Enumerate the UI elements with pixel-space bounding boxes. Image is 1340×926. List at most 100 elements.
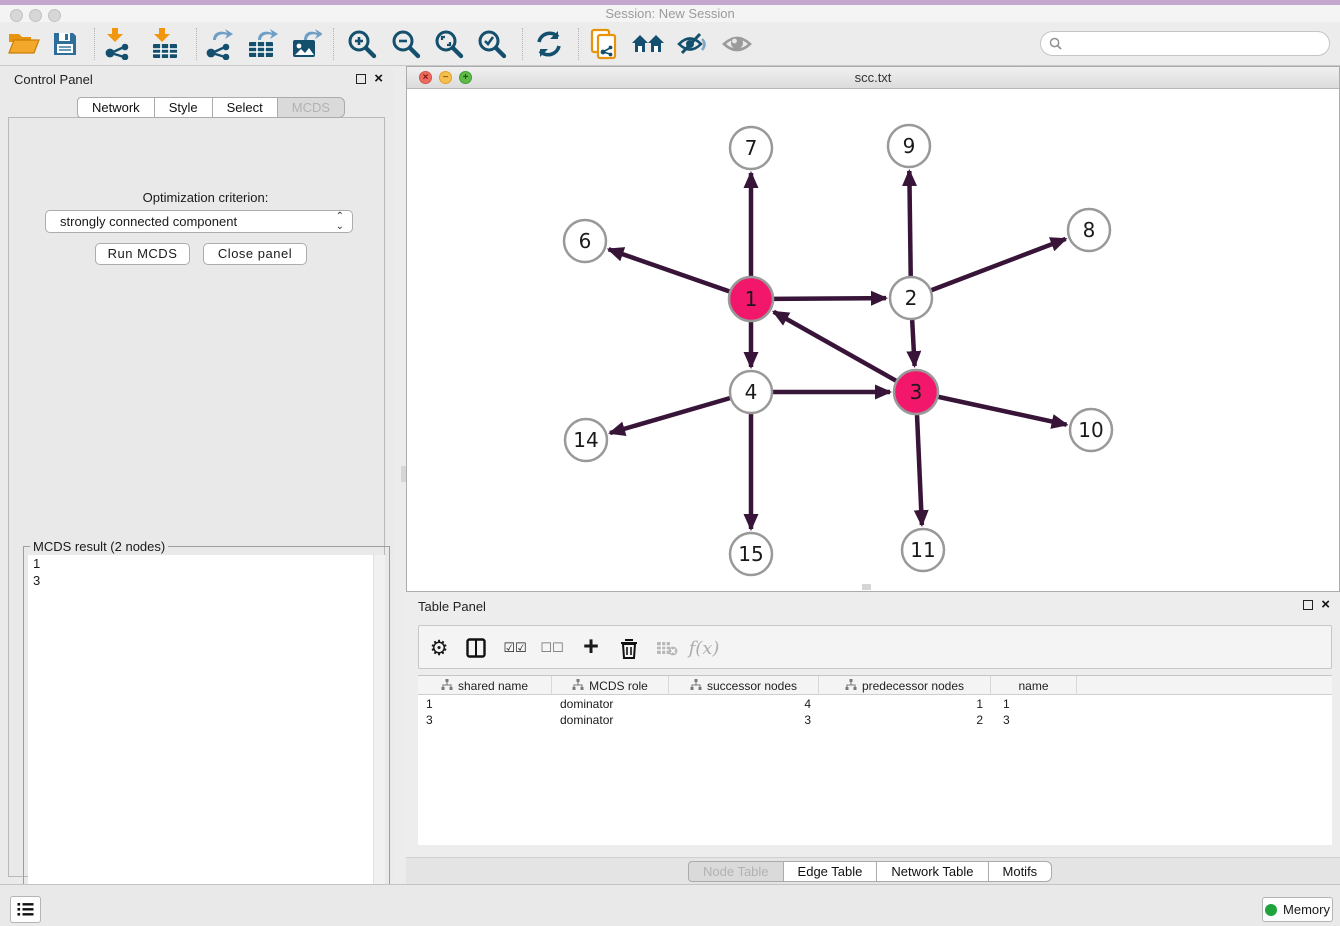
run-mcds-button[interactable]: Run MCDS [95, 243, 190, 265]
table-panel: Table Panel × ⚙ ☑☑ ☐☐ + f(x) shared name… [406, 592, 1340, 884]
network-canvas[interactable]: 7 9 6 8 1 2 4 3 14 10 15 11 [407, 90, 1339, 591]
select-all-columns-icon[interactable]: ☑☑ [498, 631, 532, 665]
open-session-icon[interactable] [6, 27, 42, 61]
toolbar-separator [196, 28, 197, 60]
zoom-selected-icon[interactable] [474, 27, 510, 61]
node-11[interactable]: 11 [902, 529, 944, 571]
column-header-successor-nodes[interactable]: successor nodes [669, 676, 819, 695]
tab-style[interactable]: Style [155, 97, 213, 118]
mcds-result-textarea[interactable]: 13 [28, 555, 385, 918]
table-cell-name[interactable]: 3 [991, 712, 1077, 728]
table-cell-name[interactable]: 1 [991, 696, 1077, 712]
criterion-select[interactable]: strongly connected component ⌃⌄ [45, 210, 353, 233]
search-input[interactable] [1067, 36, 1329, 51]
apply-layout-icon[interactable] [531, 27, 567, 61]
node-1[interactable]: 1 [729, 277, 773, 321]
first-neighbors-icon[interactable] [630, 27, 666, 61]
import-network-icon[interactable] [100, 27, 136, 61]
edge-2-9[interactable] [909, 171, 910, 276]
float-table-panel-icon[interactable] [1303, 600, 1313, 610]
node-label: 1 [745, 287, 758, 311]
new-network-from-selection-icon[interactable] [586, 27, 622, 61]
export-image-icon[interactable] [288, 27, 324, 61]
node-9[interactable]: 9 [888, 125, 930, 167]
edge-3-11[interactable] [917, 415, 922, 525]
edge-3-1[interactable] [774, 312, 896, 381]
save-session-icon[interactable] [47, 27, 83, 61]
memory-status-icon [1265, 904, 1277, 916]
network-window-titlebar[interactable]: × − + scc.txt [407, 67, 1339, 89]
node-15[interactable]: 15 [730, 533, 772, 575]
node-4[interactable]: 4 [730, 371, 772, 413]
tab-network-table[interactable]: Network Table [877, 861, 988, 882]
tab-mcds[interactable]: MCDS [278, 97, 345, 118]
memory-button[interactable]: Memory [1262, 897, 1333, 922]
toolbar-separator [94, 28, 95, 60]
edge-1-2[interactable] [774, 298, 886, 299]
table-cell-successor-nodes[interactable]: 3 [669, 712, 819, 728]
control-panel: Control Panel × NetworkStyleSelectMCDS O… [0, 66, 393, 884]
tab-select[interactable]: Select [213, 97, 278, 118]
column-header-predecessor-nodes[interactable]: predecessor nodes [819, 676, 991, 695]
table-cell-shared-name[interactable]: 3 [418, 712, 552, 728]
edge-1-6[interactable] [609, 249, 730, 291]
table-cell-successor-nodes[interactable]: 4 [669, 696, 819, 712]
network-view-window: × − + scc.txt 7 9 6 8 1 2 4 3 14 10 15 11 [406, 66, 1340, 592]
toggle-graphics-details-icon[interactable] [674, 27, 710, 61]
column-sort-icon [690, 679, 702, 693]
node-6[interactable]: 6 [564, 220, 606, 262]
deselect-all-columns-icon[interactable]: ☐☐ [535, 631, 569, 665]
table-cell-shared-name[interactable]: 1 [418, 696, 552, 712]
split-view-icon[interactable] [459, 631, 493, 665]
zoom-out-icon[interactable] [388, 27, 424, 61]
tab-motifs[interactable]: Motifs [989, 861, 1053, 882]
table-row[interactable]: 1dominator411 [418, 696, 1332, 712]
zoom-fit-icon[interactable] [431, 27, 467, 61]
edge-3-10[interactable] [938, 397, 1066, 425]
table-cell-MCDS-role[interactable]: dominator [552, 712, 669, 728]
node-label: 2 [905, 286, 918, 310]
node-2[interactable]: 2 [890, 277, 932, 319]
float-panel-icon[interactable] [356, 74, 366, 84]
edge-2-3[interactable] [912, 320, 914, 366]
search-field[interactable] [1040, 31, 1330, 56]
close-table-panel-icon[interactable]: × [1321, 600, 1330, 610]
settings-icon[interactable]: ⚙ [422, 631, 456, 665]
edge-4-14[interactable] [610, 398, 730, 433]
tab-edge-table[interactable]: Edge Table [784, 861, 878, 882]
column-header-label: shared name [458, 679, 528, 693]
toolbar-separator [578, 28, 579, 60]
table-cell-predecessor-nodes[interactable]: 1 [819, 696, 991, 712]
node-8[interactable]: 8 [1068, 209, 1110, 251]
edge-2-8[interactable] [932, 239, 1066, 290]
column-header-MCDS-role[interactable]: MCDS role [552, 676, 669, 695]
column-header-name[interactable]: name [991, 676, 1077, 695]
node-7[interactable]: 7 [730, 127, 772, 169]
task-history-button[interactable] [10, 896, 41, 923]
show-hide-panels-icon[interactable] [719, 27, 755, 61]
mcds-result-line: 3 [28, 572, 385, 589]
tab-network[interactable]: Network [77, 97, 155, 118]
import-table-icon[interactable] [147, 27, 183, 61]
node-10[interactable]: 10 [1070, 409, 1112, 451]
panel-splitter-handle[interactable] [401, 466, 406, 482]
table-row[interactable]: 3dominator323 [418, 712, 1332, 728]
close-panel-button[interactable]: Close panel [203, 243, 307, 265]
table-cell-MCDS-role[interactable]: dominator [552, 696, 669, 712]
node-14[interactable]: 14 [565, 419, 607, 461]
export-network-icon[interactable] [201, 27, 237, 61]
node-3[interactable]: 3 [894, 370, 938, 414]
export-table-icon[interactable] [244, 27, 280, 61]
result-scrollbar[interactable] [373, 555, 385, 918]
node-label: 14 [573, 428, 598, 452]
close-panel-icon[interactable]: × [374, 74, 383, 84]
delete-column-icon[interactable] [612, 631, 646, 665]
network-graph[interactable]: 7 9 6 8 1 2 4 3 14 10 15 11 [407, 90, 1339, 591]
column-header-shared-name[interactable]: shared name [418, 676, 552, 695]
add-column-icon[interactable]: + [574, 631, 608, 665]
tab-node-table[interactable]: Node Table [688, 861, 784, 882]
status-bar: Memory [0, 884, 1340, 926]
zoom-in-icon[interactable] [344, 27, 380, 61]
table-cell-predecessor-nodes[interactable]: 2 [819, 712, 991, 728]
canvas-splitter-handle[interactable] [862, 584, 871, 590]
